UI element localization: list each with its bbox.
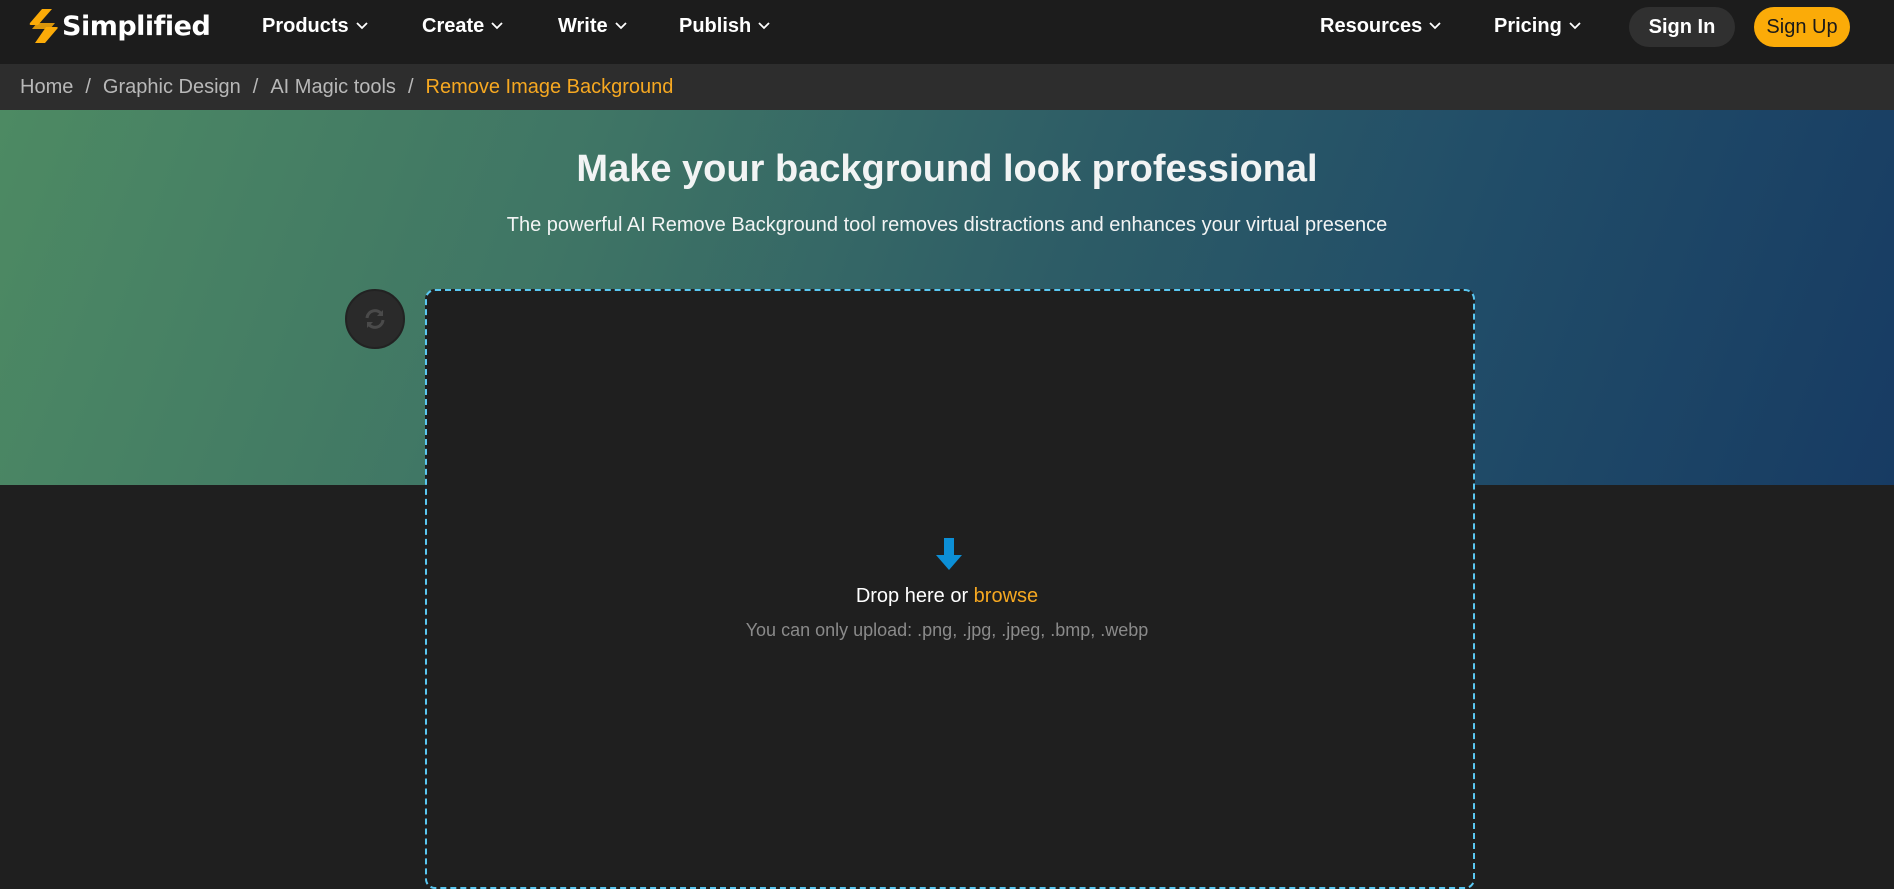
nav-pricing[interactable]: Pricing	[1494, 12, 1581, 40]
nav-resources[interactable]: Resources	[1320, 12, 1441, 40]
nav-products[interactable]: Products	[262, 12, 368, 40]
sign-up-button[interactable]: Sign Up	[1754, 7, 1850, 47]
nav-pricing-label: Pricing	[1494, 14, 1562, 37]
breadcrumb-separator: /	[407, 75, 414, 98]
nav-publish[interactable]: Publish	[679, 12, 770, 40]
drop-text: Drop here or	[855, 585, 969, 607]
nav-publish-label: Publish	[679, 14, 752, 37]
brand-logo[interactable]: Simplified	[28, 8, 211, 44]
browse-link[interactable]: browse	[974, 585, 1038, 607]
breadcrumb-home[interactable]: Home	[20, 76, 73, 99]
chevron-down-icon	[758, 22, 770, 30]
page-title: Make your background look professional	[576, 148, 1318, 190]
breadcrumb-ai-magic-tools[interactable]: AI Magic tools	[270, 76, 396, 99]
drop-instructions: Drop here or browse	[0, 585, 1894, 608]
breadcrumb-separator: /	[85, 75, 91, 98]
breadcrumb-current: Remove Image Background	[425, 75, 674, 98]
chevron-down-icon	[491, 22, 503, 30]
simplified-logo-icon	[29, 9, 58, 43]
nav-write[interactable]: Write	[558, 12, 627, 40]
nav-create-label: Create	[422, 14, 485, 37]
page-subtitle: The powerful AI Remove Background tool r…	[506, 214, 1388, 236]
sign-in-button[interactable]: Sign In	[1629, 7, 1735, 47]
breadcrumb-graphic-design[interactable]: Graphic Design	[103, 76, 241, 99]
chevron-down-icon	[615, 22, 627, 30]
brand-name: Simplified	[62, 10, 211, 42]
refresh-icon	[365, 309, 385, 329]
breadcrumb-separator: /	[252, 75, 259, 98]
upload-file-types-hint: You can only upload: .png, .jpg, .jpeg, …	[745, 620, 1149, 640]
nav-write-label: Write	[558, 14, 608, 37]
refresh-button[interactable]	[345, 289, 405, 349]
arrow-down-icon	[936, 538, 962, 570]
nav-create[interactable]: Create	[422, 12, 503, 40]
nav-resources-label: Resources	[1320, 14, 1423, 37]
chevron-down-icon	[1569, 22, 1581, 30]
top-navigation: Simplified Products Create Write Publish…	[0, 0, 1894, 64]
chevron-down-icon	[1429, 22, 1441, 30]
breadcrumb: Home / Graphic Design / AI Magic tools /…	[0, 64, 1894, 110]
nav-products-label: Products	[262, 14, 349, 37]
chevron-down-icon	[356, 22, 368, 30]
